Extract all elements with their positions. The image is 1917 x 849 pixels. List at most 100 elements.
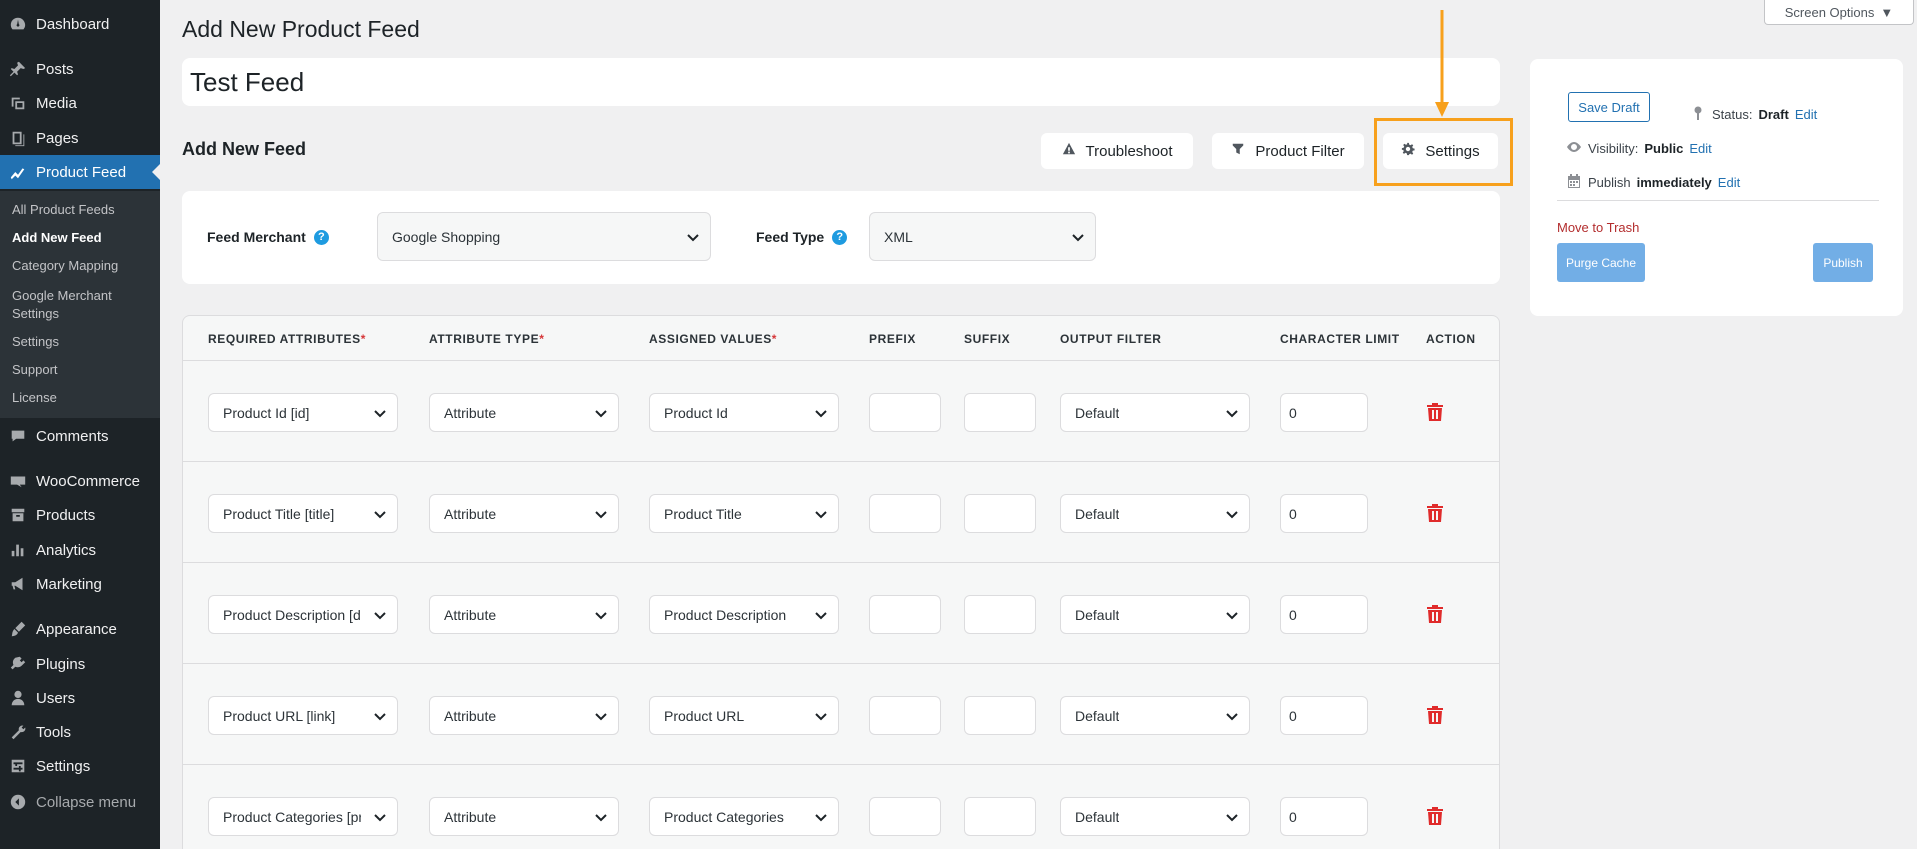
character-limit-input[interactable]: 0 — [1280, 393, 1368, 432]
character-limit-input[interactable]: 0 — [1280, 696, 1368, 735]
purge-cache-button[interactable]: Purge Cache — [1557, 243, 1645, 282]
prefix-input[interactable] — [869, 393, 941, 432]
suffix-input[interactable] — [964, 393, 1036, 432]
menu-appearance[interactable]: Appearance — [0, 612, 160, 646]
menu-products[interactable]: Products — [0, 498, 160, 532]
edit-status-link[interactable]: Edit — [1795, 107, 1817, 122]
prefix-input[interactable] — [869, 696, 941, 735]
trash-icon[interactable] — [1427, 504, 1445, 524]
required-attribute-select[interactable]: Product Title [title] — [208, 494, 398, 533]
submenu-category-mapping[interactable]: Category Mapping — [12, 257, 118, 274]
select-value: Product Categories — [664, 808, 784, 825]
output-filter-select[interactable]: Default — [1060, 696, 1250, 735]
prefix-input[interactable] — [869, 494, 941, 533]
visibility-label: Visibility: — [1588, 141, 1639, 156]
edit-visibility-link[interactable]: Edit — [1689, 141, 1711, 156]
assigned-value-select[interactable]: Product Id — [649, 393, 839, 432]
trash-icon[interactable] — [1427, 605, 1445, 625]
submenu-google-merchant[interactable]: Google Merchant — [12, 287, 112, 304]
assigned-value-select[interactable]: Product URL — [649, 696, 839, 735]
chart-line-icon — [0, 163, 36, 181]
menu-woocommerce[interactable]: WooCommerce — [0, 464, 160, 498]
prefix-input[interactable] — [869, 797, 941, 836]
menu-pages[interactable]: Pages — [0, 121, 160, 155]
required-asterisk: * — [771, 332, 778, 346]
publish-button[interactable]: Publish — [1813, 243, 1873, 282]
megaphone-icon — [0, 575, 36, 593]
help-icon[interactable]: ? — [313, 229, 329, 245]
menu-label: WooCommerce — [36, 472, 140, 490]
menu-dashboard[interactable]: Dashboard — [0, 7, 160, 41]
menu-label: Product Feed — [36, 163, 127, 181]
troubleshoot-button[interactable]: Troubleshoot — [1041, 133, 1193, 169]
suffix-input[interactable] — [964, 494, 1036, 533]
menu-analytics[interactable]: Analytics — [0, 533, 160, 567]
suffix-input[interactable] — [964, 595, 1036, 634]
submenu-settings[interactable]: Settings — [12, 333, 59, 350]
character-limit-input[interactable]: 0 — [1280, 494, 1368, 533]
screen-options-label: Screen Options — [1784, 4, 1875, 20]
product-feed-submenu: All Product Feeds Add New Feed Category … — [0, 191, 160, 418]
edit-publish-link[interactable]: Edit — [1718, 175, 1740, 190]
menu-tools[interactable]: Tools — [0, 715, 160, 749]
woo-icon — [0, 472, 36, 490]
submenu-add-new-feed[interactable]: Add New Feed — [12, 229, 102, 246]
attribute-type-select[interactable]: Attribute — [429, 595, 619, 634]
move-to-trash-link[interactable]: Move to Trash — [1557, 220, 1639, 235]
dashboard-icon — [0, 15, 36, 33]
output-filter-select[interactable]: Default — [1060, 494, 1250, 533]
trash-icon[interactable] — [1427, 706, 1445, 726]
attribute-type-select[interactable]: Attribute — [429, 696, 619, 735]
submenu-license[interactable]: License — [12, 389, 57, 406]
character-limit-input[interactable]: 0 — [1280, 595, 1368, 634]
menu-media[interactable]: Media — [0, 86, 160, 120]
output-filter-select[interactable]: Default — [1060, 595, 1250, 634]
prefix-input[interactable] — [869, 595, 941, 634]
submenu-all-product-feeds[interactable]: All Product Feeds — [12, 201, 115, 218]
select-value: Default — [1075, 505, 1120, 522]
menu-users[interactable]: Users — [0, 681, 160, 715]
chevron-down-icon — [814, 709, 828, 723]
save-draft-button[interactable]: Save Draft — [1568, 92, 1650, 122]
assigned-value-select[interactable]: Product Title — [649, 494, 839, 533]
suffix-input[interactable] — [964, 797, 1036, 836]
assigned-value-select[interactable]: Product Description — [649, 595, 839, 634]
menu-plugins[interactable]: Plugins — [0, 647, 160, 681]
screen-options-button[interactable]: Screen Options ▼ — [1764, 0, 1914, 25]
output-filter-select[interactable]: Default — [1060, 797, 1250, 836]
output-filter-select[interactable]: Default — [1060, 393, 1250, 432]
required-attribute-select[interactable]: Product Description [description] — [208, 595, 398, 634]
select-value: Product Title [title] — [223, 505, 335, 522]
suffix-input[interactable] — [964, 696, 1036, 735]
attributes-table: REQUIRED ATTRIBUTES* ATTRIBUTE TYPE* ASS… — [182, 315, 1500, 849]
chevron-down-icon — [594, 709, 608, 723]
collapse-menu-button[interactable]: Collapse menu — [0, 785, 160, 819]
attribute-type-select[interactable]: Attribute — [429, 797, 619, 836]
required-attribute-select[interactable]: Product Id [id] — [208, 393, 398, 432]
feed-merchant-select[interactable]: Google Shopping — [377, 212, 711, 261]
page-title: Add New Product Feed — [182, 16, 420, 42]
submenu-google-merchant-settings[interactable]: Settings — [12, 305, 59, 322]
submenu-support[interactable]: Support — [12, 361, 58, 378]
feed-type-select[interactable]: XML — [869, 212, 1096, 261]
menu-settings[interactable]: Settings — [0, 749, 160, 783]
menu-marketing[interactable]: Marketing — [0, 567, 160, 601]
attribute-type-select[interactable]: Attribute — [429, 393, 619, 432]
menu-posts[interactable]: Posts — [0, 52, 160, 86]
trash-icon[interactable] — [1427, 403, 1445, 423]
trash-icon[interactable] — [1427, 807, 1445, 827]
help-icon[interactable]: ? — [832, 229, 848, 245]
assigned-value-select[interactable]: Product Categories — [649, 797, 839, 836]
feed-type-value: XML — [884, 228, 913, 245]
feed-title-input[interactable]: Test Feed — [182, 58, 1500, 106]
required-attribute-select[interactable]: Product URL [link] — [208, 696, 398, 735]
menu-comments[interactable]: Comments — [0, 419, 160, 453]
required-attribute-select[interactable]: Product Categories [product_type] — [208, 797, 398, 836]
menu-product-feed[interactable]: Product Feed — [0, 155, 160, 189]
col-label: ASSIGNED VALUES — [649, 332, 772, 346]
character-limit-input[interactable]: 0 — [1280, 797, 1368, 836]
attribute-type-select[interactable]: Attribute — [429, 494, 619, 533]
product-filter-button[interactable]: Product Filter — [1212, 133, 1364, 169]
select-value: Default — [1075, 606, 1120, 623]
select-value: Product Id [id] — [223, 404, 310, 421]
